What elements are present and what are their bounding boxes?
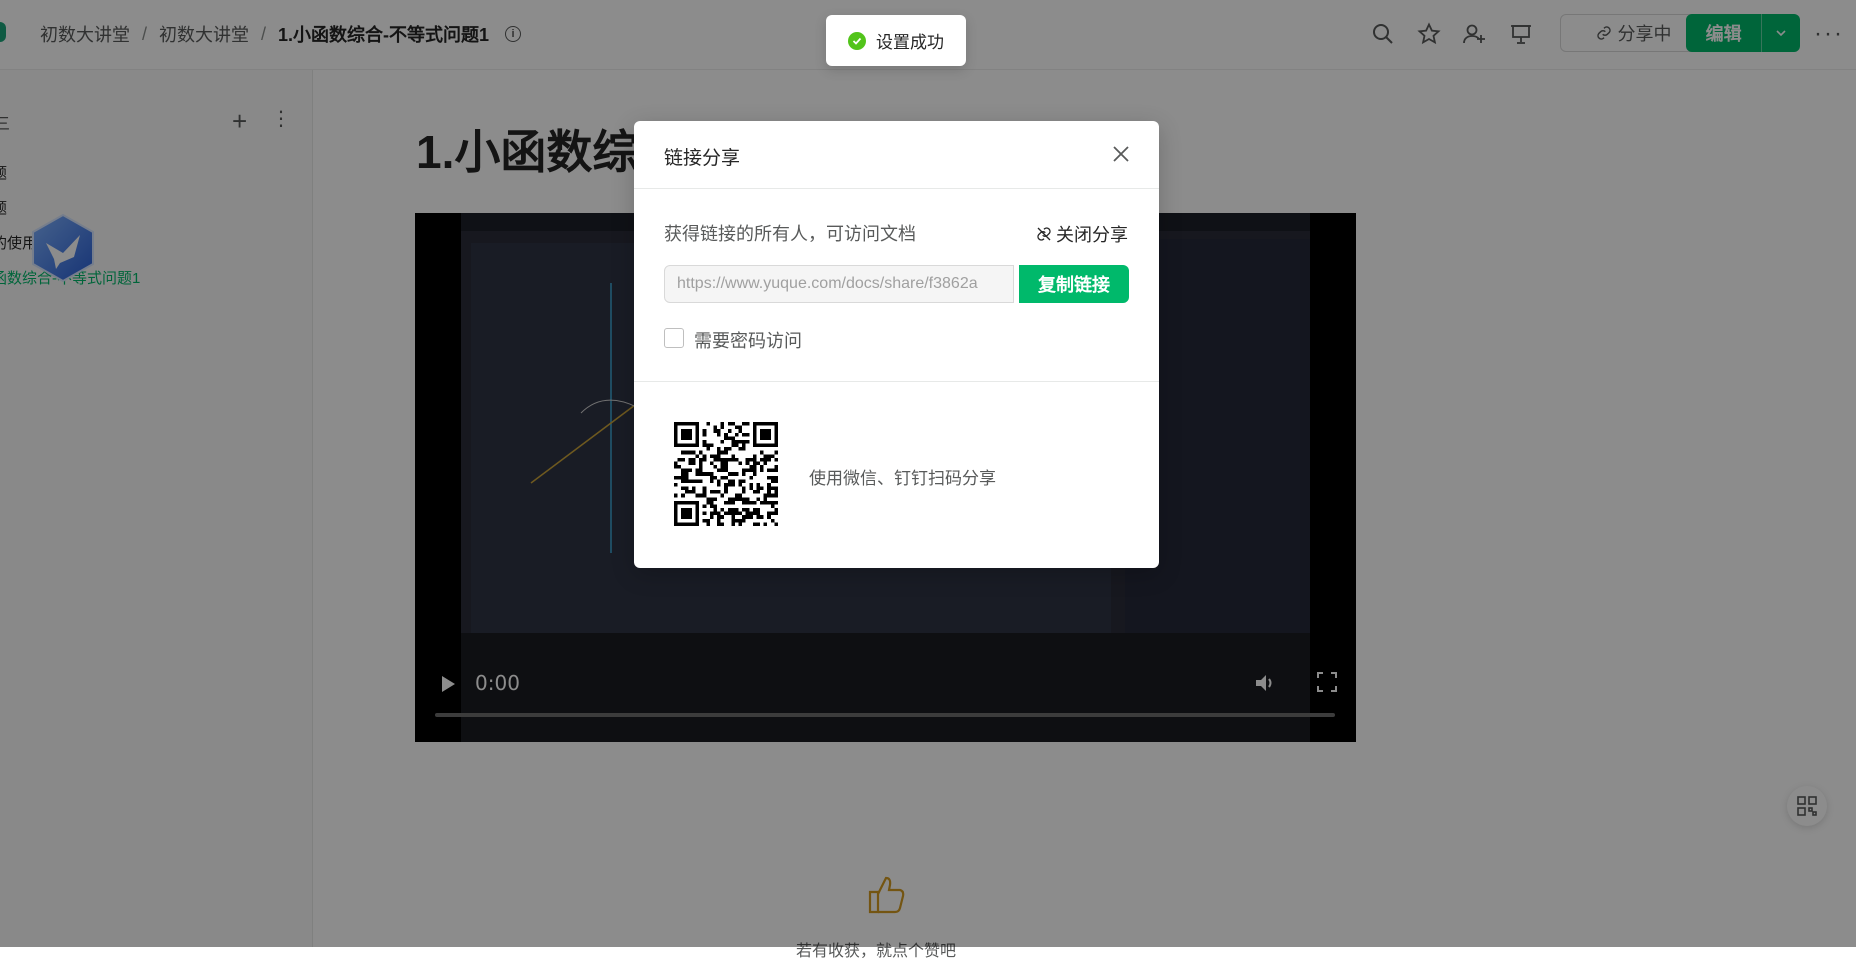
modal-title: 链接分享	[664, 148, 741, 169]
password-checkbox-label[interactable]: 需要密码访问	[694, 327, 802, 353]
toast-notification: 设置成功	[826, 15, 966, 66]
modal-divider	[634, 381, 1159, 382]
share-qr-code	[674, 422, 778, 526]
password-checkbox[interactable]	[664, 328, 684, 348]
close-share-label: 关闭分享	[1056, 225, 1128, 245]
copy-link-button[interactable]: 复制链接	[1019, 265, 1129, 303]
qr-caption: 使用微信、钉钉扫码分享	[809, 469, 996, 488]
close-icon[interactable]	[1112, 145, 1130, 163]
share-link-modal: 链接分享 获得链接的所有人，可访问文档 关闭分享 复制链接 需要密码访问 使用微…	[634, 121, 1159, 568]
share-link-input[interactable]	[664, 265, 1014, 303]
toast-message: 设置成功	[876, 33, 944, 52]
unlink-icon	[1037, 227, 1051, 241]
permission-text: 获得链接的所有人，可访问文档	[664, 224, 916, 244]
check-circle-icon	[848, 31, 866, 50]
modal-header: 链接分享	[634, 121, 1159, 189]
close-share-link[interactable]: 关闭分享	[1036, 221, 1128, 247]
